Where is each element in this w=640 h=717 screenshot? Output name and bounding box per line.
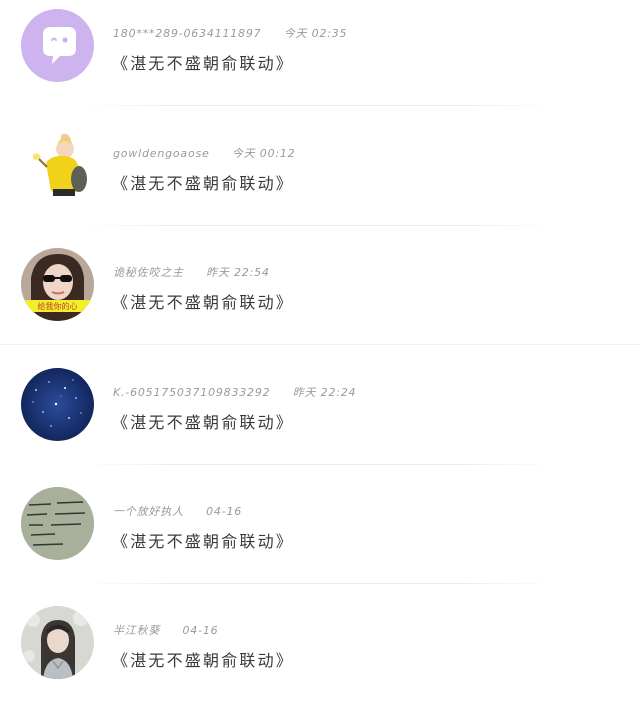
cartoon-character-avatar bbox=[21, 129, 94, 202]
comment-item[interactable]: K.-605175037109833292 昨天 22:24 《湛无不盛朝俞联动… bbox=[0, 359, 640, 479]
comment-item[interactable]: 给我你的心 诡秘佐咬之主 昨天 22:54 《湛无不盛朝俞联动》 bbox=[0, 239, 640, 359]
username[interactable]: K.-605175037109833292 bbox=[113, 386, 270, 399]
timestamp: 昨天 22:54 bbox=[206, 266, 270, 279]
timestamp: 今天 02:35 bbox=[283, 27, 348, 40]
timestamp: 04-16 bbox=[206, 505, 243, 518]
timestamp: 昨天 22:24 bbox=[292, 386, 357, 399]
timestamp: 04-16 bbox=[182, 624, 219, 637]
comment-meta: 一个放好执人 04-16 bbox=[113, 503, 242, 519]
comment-meta: 半江秋葵 04-16 bbox=[113, 622, 218, 638]
divider bbox=[80, 583, 558, 584]
ancient-style-portrait-avatar bbox=[21, 606, 94, 679]
handwritten-note-avatar bbox=[21, 487, 94, 560]
chat-bubble-avatar-icon bbox=[21, 9, 94, 82]
avatar[interactable] bbox=[21, 129, 94, 202]
comment-text: 《湛无不盛朝俞联动》 bbox=[112, 651, 295, 670]
comment-item[interactable]: gowldengoaose 今天 00:12 《湛无不盛朝俞联动》 bbox=[0, 120, 640, 240]
username[interactable]: 诡秘佐咬之主 bbox=[113, 266, 184, 279]
divider bbox=[80, 225, 558, 226]
username[interactable]: gowldengoaose bbox=[113, 147, 210, 160]
comment-item[interactable]: 一个放好执人 04-16 《湛无不盛朝俞联动》 bbox=[0, 478, 640, 598]
divider bbox=[80, 105, 558, 106]
comment-text: 《湛无不盛朝俞联动》 bbox=[112, 532, 295, 551]
divider bbox=[0, 344, 640, 345]
comment-meta: gowldengoaose 今天 00:12 bbox=[113, 145, 295, 161]
comment-item[interactable]: 180***289-0634111897 今天 02:35 《湛无不盛朝俞联动》 bbox=[0, 0, 640, 120]
comment-meta: K.-605175037109833292 昨天 22:24 bbox=[113, 384, 356, 400]
comment-text: 《湛无不盛朝俞联动》 bbox=[112, 293, 295, 312]
divider bbox=[80, 464, 558, 465]
timestamp: 今天 00:12 bbox=[231, 147, 296, 160]
username[interactable]: 一个放好执人 bbox=[113, 505, 184, 518]
comment-list: 180***289-0634111897 今天 02:35 《湛无不盛朝俞联动》… bbox=[0, 0, 640, 699]
starry-sky-avatar bbox=[21, 368, 94, 441]
girl-sunglasses-avatar: 给我你的心 bbox=[21, 248, 94, 321]
comment-meta: 诡秘佐咬之主 昨天 22:54 bbox=[113, 264, 270, 280]
comment-item[interactable]: 半江秋葵 04-16 《湛无不盛朝俞联动》 bbox=[0, 597, 640, 717]
username[interactable]: 180***289-0634111897 bbox=[113, 27, 261, 40]
avatar[interactable] bbox=[21, 606, 94, 679]
comment-text: 《湛无不盛朝俞联动》 bbox=[112, 174, 295, 193]
avatar[interactable]: 给我你的心 bbox=[21, 248, 94, 321]
avatar[interactable] bbox=[21, 487, 94, 560]
username[interactable]: 半江秋葵 bbox=[113, 624, 160, 637]
avatar-caption: 给我你的心 bbox=[38, 301, 78, 311]
avatar[interactable] bbox=[21, 9, 94, 82]
avatar[interactable] bbox=[21, 368, 94, 441]
comment-text: 《湛无不盛朝俞联动》 bbox=[112, 413, 295, 432]
comment-text: 《湛无不盛朝俞联动》 bbox=[112, 54, 295, 73]
comment-meta: 180***289-0634111897 今天 02:35 bbox=[113, 25, 347, 41]
